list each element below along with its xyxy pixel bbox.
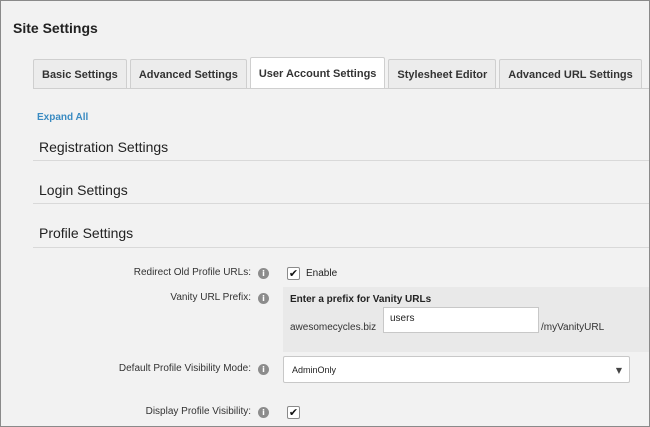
vanity-url-domain: awesomecycles.biz xyxy=(290,322,377,333)
tab-basic-settings[interactable]: Basic Settings xyxy=(33,59,127,89)
default-profile-visibility-mode-label: Default Profile Visibility Mode: xyxy=(118,363,251,374)
vanity-url-panel: Enter a prefix for Vanity URLs awesomecy… xyxy=(283,287,649,352)
page-title: Site Settings xyxy=(13,20,98,36)
vanity-url-prefix-label: Vanity URL Prefix: xyxy=(170,292,251,303)
profile-visibility-mode-select[interactable]: AdminOnly ▼ xyxy=(283,356,630,383)
tab-stylesheet-editor[interactable]: Stylesheet Editor xyxy=(388,59,497,89)
checkmark-icon: ✔ xyxy=(288,267,299,280)
vanity-url-prefix-input[interactable]: users xyxy=(383,307,539,333)
settings-tabs: Basic Settings Advanced Settings User Ac… xyxy=(33,57,645,89)
site-settings-window: Site Settings Basic Settings Advanced Se… xyxy=(0,0,650,427)
tab-advanced-url-settings[interactable]: Advanced URL Settings xyxy=(499,59,642,89)
redirect-old-profile-urls-checkbox[interactable]: ✔ xyxy=(287,267,300,280)
caret-down-icon: ▼ xyxy=(615,366,622,375)
tab-user-account-settings[interactable]: User Account Settings xyxy=(249,57,386,89)
section-profile-settings[interactable]: Profile Settings xyxy=(39,225,133,241)
vanity-url-suffix: /myVanityURL xyxy=(541,322,605,333)
divider xyxy=(33,247,649,248)
checkmark-icon: ✔ xyxy=(288,406,299,419)
section-login-settings[interactable]: Login Settings xyxy=(39,182,128,198)
info-icon[interactable]: i xyxy=(258,364,269,375)
tab-advanced-settings[interactable]: Advanced Settings xyxy=(129,59,247,89)
expand-all-link[interactable]: Expand All xyxy=(37,112,88,123)
info-icon[interactable]: i xyxy=(258,293,269,304)
display-profile-visibility-checkbox[interactable]: ✔ xyxy=(287,406,300,419)
tab-divider xyxy=(33,88,649,89)
section-registration-settings[interactable]: Registration Settings xyxy=(39,139,168,155)
profile-visibility-mode-value: AdminOnly xyxy=(292,365,337,375)
vanity-url-title: Enter a prefix for Vanity URLs xyxy=(290,294,432,305)
redirect-old-profile-urls-label: Redirect Old Profile URLs: xyxy=(133,267,251,278)
divider xyxy=(33,160,649,161)
info-icon[interactable]: i xyxy=(258,407,269,418)
info-icon[interactable]: i xyxy=(258,268,269,279)
redirect-enable-label: Enable xyxy=(306,268,338,279)
display-profile-visibility-label: Display Profile Visibility: xyxy=(145,406,251,417)
divider xyxy=(33,203,649,204)
